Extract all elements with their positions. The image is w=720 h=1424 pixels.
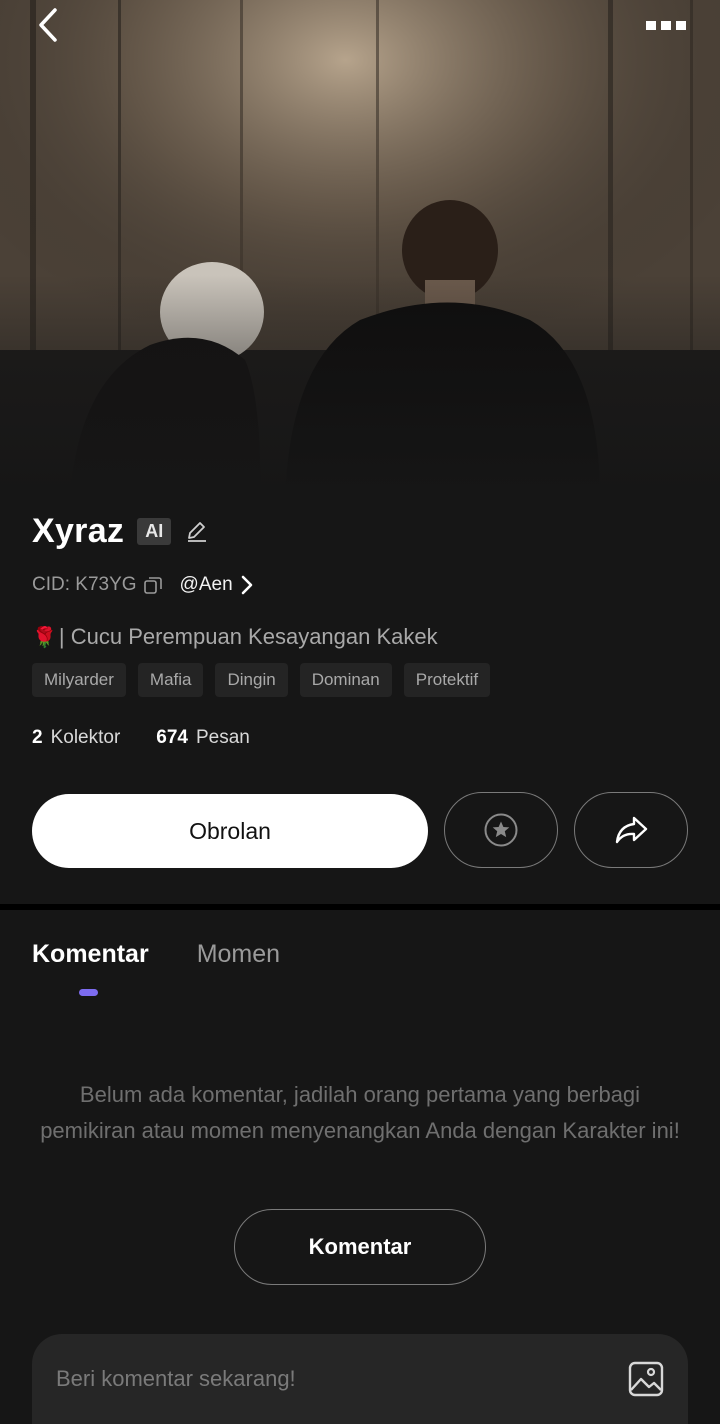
tag-item[interactable]: Milyarder xyxy=(32,663,126,697)
pencil-icon[interactable] xyxy=(185,519,209,543)
ai-badge: AI xyxy=(137,517,172,545)
tag-item[interactable]: Mafia xyxy=(137,663,204,697)
tab-bar: Komentar Momen xyxy=(32,940,280,986)
collectors-stat: 2 Kolektor xyxy=(32,727,120,749)
author-link[interactable]: @Aen xyxy=(180,574,253,596)
active-tab-indicator xyxy=(79,989,98,996)
rose-emoji: 🌹 xyxy=(32,626,57,649)
character-id: CID: K73YG xyxy=(32,574,137,595)
back-button[interactable] xyxy=(18,0,78,50)
tab-komentar[interactable]: Komentar xyxy=(32,940,149,986)
comment-input-bar xyxy=(32,1334,688,1424)
star-circle-icon xyxy=(483,812,519,848)
section-divider xyxy=(0,904,720,910)
copy-icon[interactable] xyxy=(142,574,164,596)
image-icon[interactable] xyxy=(628,1361,664,1397)
comment-button[interactable]: Komentar xyxy=(234,1209,486,1285)
author-name: @Aen xyxy=(179,574,233,595)
empty-comments-message: Belum ada komentar, jadilah orang pertam… xyxy=(40,1082,680,1143)
more-options-button[interactable] xyxy=(636,0,696,50)
action-buttons: Obrolan xyxy=(32,792,688,868)
tag-item[interactable]: Dominan xyxy=(299,663,392,697)
tab-momen[interactable]: Momen xyxy=(197,940,280,986)
more-horizontal-icon xyxy=(646,20,686,30)
messages-label: Pesan xyxy=(195,727,250,748)
messages-stat: 674 Pesan xyxy=(156,727,250,749)
chat-button[interactable]: Obrolan xyxy=(32,794,428,868)
comment-input[interactable] xyxy=(56,1366,628,1392)
tag-list: Milyarder Mafia Dingin Dominan Protektif xyxy=(32,663,688,697)
chevron-left-icon xyxy=(37,7,59,43)
stats-row: 2 Kolektor 674 Pesan xyxy=(32,723,688,753)
tag-item[interactable]: Dingin xyxy=(215,663,288,697)
favorite-button[interactable] xyxy=(444,792,558,868)
tag-item[interactable]: Protektif xyxy=(403,663,491,697)
tagline-text: | Cucu Perempuan Kesayangan Kakek xyxy=(58,624,438,649)
chevron-right-icon xyxy=(233,575,253,595)
character-profile: Xyraz AI CID: K73YG @Aen 🌹 | Cucu Peremp… xyxy=(32,505,688,753)
character-cover-image xyxy=(0,0,720,500)
character-tagline: 🌹 | Cucu Perempuan Kesayangan Kakek xyxy=(32,617,688,657)
character-name: Xyraz xyxy=(32,511,125,550)
collectors-label: Kolektor xyxy=(50,727,121,748)
share-arrow-icon xyxy=(613,814,649,846)
collectors-count: 2 xyxy=(32,727,43,748)
share-button[interactable] xyxy=(574,792,688,868)
messages-count: 674 xyxy=(156,727,188,748)
